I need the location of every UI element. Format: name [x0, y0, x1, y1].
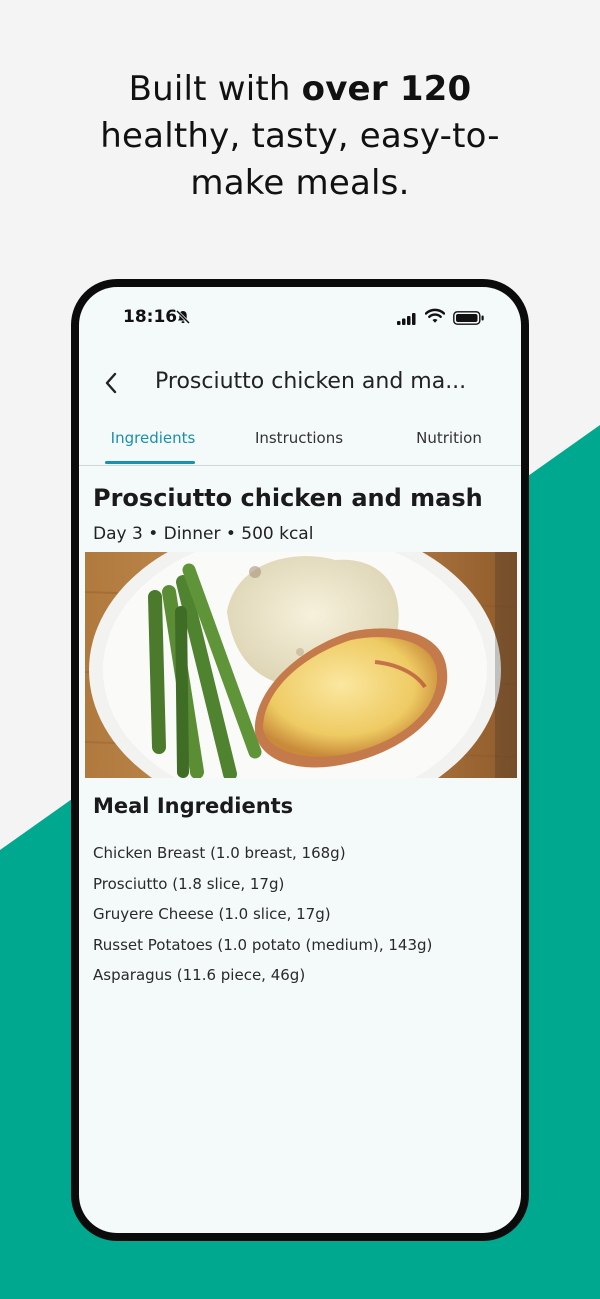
- back-button[interactable]: [93, 365, 129, 401]
- meal-photo: [85, 552, 517, 778]
- wifi-icon: [425, 308, 445, 323]
- headline-line-3: make meals.: [190, 163, 410, 203]
- recipe-meta: Day 3 • Dinner • 500 kcal: [93, 524, 314, 544]
- headline-text: Built with: [128, 69, 302, 109]
- bell-muted-icon: [175, 309, 191, 325]
- promo-headline: Built with over 120 healthy, tasty, easy…: [0, 66, 600, 207]
- status-bar: 18:16: [79, 287, 521, 347]
- tab-nutrition[interactable]: Nutrition: [375, 423, 521, 465]
- ingredients-list: Chicken Breast (1.0 breast, 168g) Prosci…: [93, 843, 432, 996]
- tab-ingredients[interactable]: Ingredients: [79, 423, 227, 465]
- ingredients-section-title: Meal Ingredients: [93, 794, 294, 818]
- ingredient-item: Asparagus (11.6 piece, 46g): [93, 966, 306, 984]
- ingredient-item: Gruyere Cheese (1.0 slice, 17g): [93, 905, 331, 923]
- app-bar: Prosciutto chicken and ma...: [79, 357, 521, 409]
- app-bar-title: Prosciutto chicken and ma...: [155, 369, 467, 394]
- ingredient-item: Chicken Breast (1.0 breast, 168g): [93, 844, 346, 862]
- headline-line-2: healthy, tasty, easy-to-: [100, 116, 500, 156]
- status-time: 18:16: [123, 307, 178, 327]
- phone-screen: 18:16 Prosciutto chicken and ma... Ingre…: [79, 287, 521, 1233]
- recipe-title: Prosciutto chicken and mash: [93, 484, 483, 512]
- tab-instructions[interactable]: Instructions: [225, 423, 373, 465]
- active-tab-indicator: [105, 461, 195, 464]
- headline-bold-text: over 120: [301, 69, 472, 109]
- cellular-signal-icon: [397, 313, 416, 325]
- ingredient-item: Prosciutto (1.8 slice, 17g): [93, 874, 285, 893]
- phone-frame: 18:16 Prosciutto chicken and ma... Ingre…: [71, 279, 529, 1241]
- battery-icon: [453, 311, 484, 325]
- ingredient-item: Russet Potatoes (1.0 potato (medium), 14…: [93, 935, 433, 954]
- tab-bar: Ingredients Instructions Nutrition: [79, 423, 521, 466]
- chevron-left-icon: [105, 372, 117, 394]
